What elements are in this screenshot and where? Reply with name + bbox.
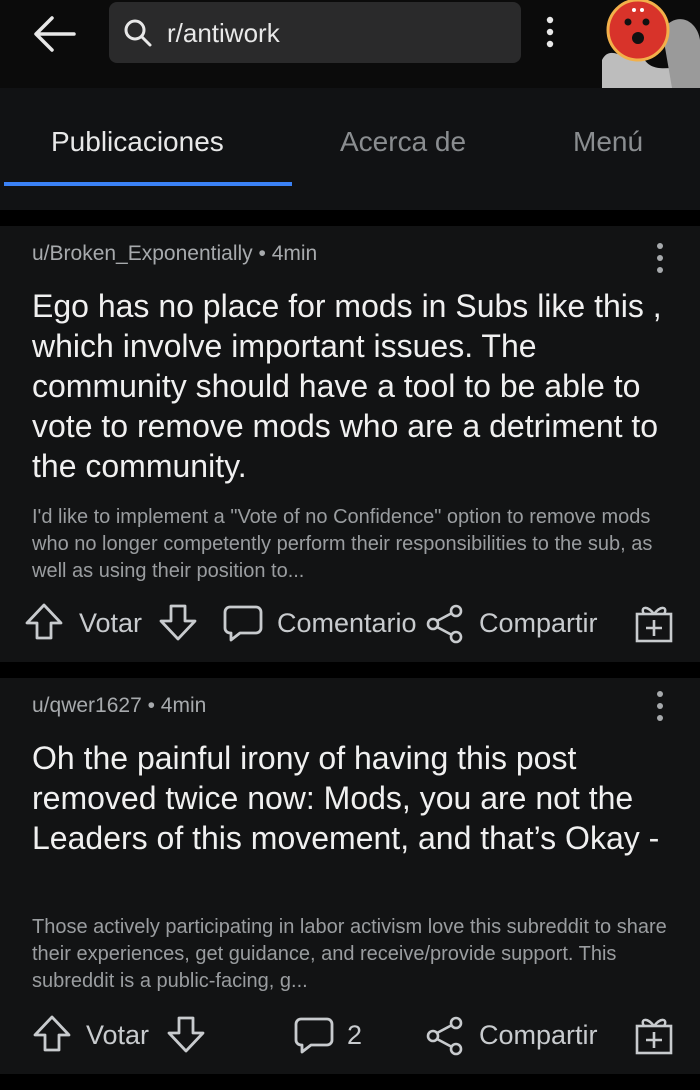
upvote-icon[interactable] [24, 602, 64, 647]
post-title[interactable]: Oh the painful irony of having this post… [32, 738, 672, 858]
award-gift-icon[interactable] [634, 1014, 674, 1061]
search-icon [123, 18, 153, 48]
tab-menu[interactable]: Menú [573, 126, 643, 158]
post-author[interactable]: u/Broken_Exponentially [32, 242, 253, 265]
top-bar: r/antiwork [0, 0, 700, 88]
post-actions: Votar 2 Compartir [0, 1010, 700, 1060]
comment-icon[interactable] [293, 1015, 335, 1060]
post-author[interactable]: u/qwer1627 [32, 694, 142, 717]
vote-label: Votar [79, 608, 143, 638]
share-label[interactable]: Compartir [479, 1020, 598, 1051]
meta-separator: • [258, 242, 272, 265]
active-tab-indicator [4, 182, 292, 186]
share-icon[interactable] [425, 1016, 465, 1061]
post-title[interactable]: Ego has no place for mods in Subs like t… [32, 286, 672, 486]
post-body-preview: I'd like to implement a "Vote of no Conf… [32, 506, 653, 582]
post-actions: Votar Comentario Compartir [0, 598, 700, 648]
post-card[interactable]: u/qwer1627 • 4min Oh the painful irony o… [0, 678, 700, 1074]
search-bar[interactable]: r/antiwork [109, 2, 521, 63]
post-meta: u/Broken_Exponentially • 4min [32, 242, 317, 266]
post-time: 4min [160, 694, 207, 717]
post-time: 4min [271, 242, 318, 265]
tab-acerca-de[interactable]: Acerca de [340, 126, 466, 158]
tab-publicaciones[interactable]: Publicaciones [51, 126, 224, 158]
post-card[interactable]: u/Broken_Exponentially • 4min Ego has no… [0, 226, 700, 662]
post-overflow-menu-icon[interactable] [648, 688, 672, 724]
overflow-menu-icon[interactable] [538, 14, 562, 50]
downvote-icon[interactable] [166, 1014, 206, 1059]
back-arrow-icon[interactable] [30, 12, 78, 56]
vote-label: Votar [86, 1020, 150, 1050]
meta-separator: • [147, 694, 161, 717]
share-icon[interactable] [425, 604, 465, 649]
post-meta: u/qwer1627 • 4min [32, 694, 206, 718]
tab-bar: Publicaciones Acerca de Menú [0, 88, 700, 210]
share-label[interactable]: Compartir [479, 608, 598, 639]
post-overflow-menu-icon[interactable] [648, 240, 672, 276]
avatar[interactable] [602, 0, 700, 88]
upvote-icon[interactable] [32, 1014, 72, 1059]
search-query: r/antiwork [167, 18, 280, 48]
comment-icon[interactable] [222, 603, 264, 648]
comment-label[interactable]: Comentario [277, 608, 417, 639]
post-body-preview: Those actively participating in labor ac… [32, 916, 667, 992]
award-gift-icon[interactable] [634, 602, 674, 649]
comment-count[interactable]: 2 [347, 1020, 362, 1051]
downvote-icon[interactable] [158, 602, 198, 647]
